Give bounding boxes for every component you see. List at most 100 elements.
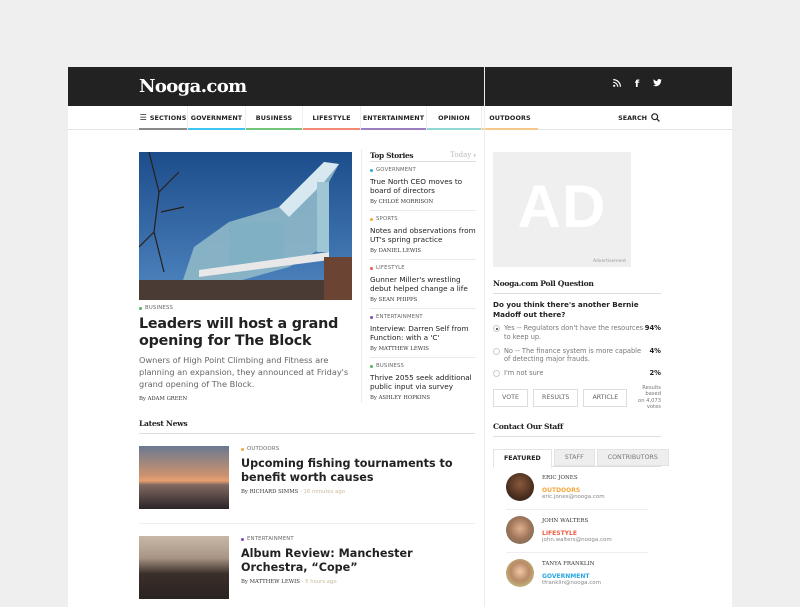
news-thumbnail[interactable]: [139, 446, 229, 509]
top-story-headline[interactable]: True North CEO moves to board of directo…: [370, 177, 476, 195]
chevron-down-icon: ▾: [473, 153, 476, 159]
rss-icon[interactable]: [612, 79, 622, 90]
ad-label: Advertisement: [592, 259, 626, 264]
search-icon: [651, 113, 660, 122]
top-stories: Top Stories Today ▾ GOVERNMENT True Nort…: [361, 149, 476, 403]
nav-color-bar: [361, 128, 426, 130]
top-story-headline[interactable]: Interview: Darren Self from Function: wi…: [370, 324, 476, 342]
nav-color-bar: [303, 128, 360, 130]
staff-email[interactable]: eric.jones@nooga.com: [542, 494, 605, 500]
hero-category[interactable]: BUSINESS: [139, 305, 352, 311]
nav-color-bar: [246, 128, 302, 130]
hero-summary: Owners of High Point Climbing and Fitnes…: [139, 355, 349, 389]
tab-contributors[interactable]: CONTRIBUTORS: [596, 449, 669, 466]
poll-percent: 94%: [644, 324, 661, 332]
radio[interactable]: [493, 370, 500, 378]
social-links: f: [612, 79, 662, 90]
staff-email[interactable]: tfranklin@nooga.com: [542, 580, 601, 586]
top-story-headline[interactable]: Gunner Miller's wrestling debut helped c…: [370, 275, 476, 293]
hero-headline[interactable]: Leaders will host a grand opening for Th…: [139, 316, 352, 349]
category-dot: [241, 447, 244, 451]
top-story-headline[interactable]: Notes and observations from UT's spring …: [370, 226, 476, 244]
news-byline: By MATTHEW LEWIS - 5 hours ago: [241, 579, 337, 585]
nav-color-bar: [427, 128, 481, 130]
vote-button[interactable]: VOTE: [493, 388, 528, 407]
nav-outdoors[interactable]: OUTDOORS: [481, 106, 538, 130]
poll-question: Do you think there's another Bernie Mado…: [493, 300, 639, 319]
top-stories-header: Top Stories Today ▾: [370, 149, 476, 162]
poll-title: Nooga.com Poll Question: [493, 279, 661, 294]
category-dot: [370, 168, 373, 172]
category-dot: [370, 217, 373, 221]
poll-option[interactable]: No -- The finance system is more capable…: [493, 347, 661, 365]
staff-name: JOHN WALTERS: [542, 518, 589, 524]
news-byline: By RICHARD SIMMS - 16 minutes ago: [241, 489, 345, 495]
nav-opinion[interactable]: OPINION: [426, 106, 481, 130]
news-headline[interactable]: Upcoming fishing tournaments to benefit …: [241, 457, 475, 484]
top-story-item[interactable]: GOVERNMENT True North CEO moves to board…: [370, 162, 476, 211]
nav-color-bar: [188, 128, 245, 130]
news-thumbnail[interactable]: [139, 536, 229, 599]
page-frame: Nooga.com f ☰ SECTIONS GOVERNMENT BUSINES…: [68, 67, 732, 607]
category-dot: [139, 306, 142, 310]
poll-option[interactable]: I'm not sure 2%: [493, 369, 661, 378]
staff-member[interactable]: TANYA FRANKLIN GOVERNMENT tfranklin@noog…: [506, 553, 648, 596]
top-story-item[interactable]: ENTERTAINMENT Interview: Darren Self fro…: [370, 309, 476, 358]
top-story-item[interactable]: SPORTS Notes and observations from UT's …: [370, 211, 476, 260]
poll-results-note: Results based on 4,073 votes: [638, 384, 661, 411]
top-story-item[interactable]: BUSINESS Thrive 2055 seek additional pub…: [370, 358, 476, 407]
nav-government[interactable]: GOVERNMENT: [187, 106, 245, 130]
facebook-icon[interactable]: f: [632, 79, 642, 90]
poll-percent: 2%: [649, 369, 661, 378]
top-stories-filter[interactable]: Today ▾: [450, 151, 476, 159]
article-button[interactable]: ARTICLE: [583, 388, 628, 407]
avatar: [506, 473, 534, 501]
tab-featured[interactable]: FEATURED: [493, 449, 552, 468]
latest-news-title: Latest News: [139, 419, 475, 434]
radio-selected[interactable]: [493, 325, 500, 332]
nav-entertainment[interactable]: ENTERTAINMENT: [360, 106, 426, 130]
staff-name: ERIC JONES: [542, 475, 578, 481]
category-dot: [370, 315, 373, 319]
contact-staff: Contact Our Staff FEATURED STAFF CONTRIB…: [493, 422, 669, 596]
staff-category: OUTDOORS: [542, 487, 581, 494]
news-headline[interactable]: Album Review: Manchester Orchestra, “Cop…: [241, 547, 475, 574]
nav-business[interactable]: BUSINESS: [245, 106, 302, 130]
top-story-headline[interactable]: Thrive 2055 seek additional public input…: [370, 373, 476, 391]
poll-option[interactable]: Yes -- Regulators don't have the resourc…: [493, 324, 661, 342]
nav-sections[interactable]: ☰ SECTIONS: [139, 106, 187, 130]
nav-color-bar: [482, 128, 538, 130]
top-story-byline: By MATTHEW LEWIS: [370, 346, 429, 352]
tab-staff[interactable]: STAFF: [553, 449, 595, 466]
staff-member[interactable]: ERIC JONES OUTDOORS eric.jones@nooga.com: [506, 467, 648, 510]
hero-byline[interactable]: By ADAM GREEN: [139, 396, 352, 402]
poll-widget: Nooga.com Poll Question Do you think the…: [493, 279, 661, 411]
latest-news: Latest News OUTDOORS Upcoming fishing to…: [139, 419, 475, 607]
news-item[interactable]: OUTDOORS Upcoming fishing tournaments to…: [139, 434, 475, 524]
staff-category: GOVERNMENT: [542, 573, 590, 580]
results-button[interactable]: RESULTS: [532, 388, 579, 407]
staff-category: LIFESTYLE: [542, 530, 577, 537]
staff-title: Contact Our Staff: [493, 422, 661, 437]
twitter-icon[interactable]: [652, 79, 662, 90]
staff-tabs: FEATURED STAFF CONTRIBUTORS: [493, 449, 669, 468]
search-button[interactable]: SEARCH: [618, 106, 660, 129]
nav-lifestyle[interactable]: LIFESTYLE: [302, 106, 360, 130]
ad-text: AD: [517, 173, 607, 240]
top-stories-title: Top Stories: [370, 150, 414, 160]
hero-image[interactable]: [139, 152, 352, 300]
news-item[interactable]: ENTERTAINMENT Album Review: Manchester O…: [139, 524, 475, 607]
staff-email[interactable]: john.walters@nooga.com: [542, 537, 612, 543]
staff-member[interactable]: JOHN WALTERS LIFESTYLE john.walters@noog…: [506, 510, 648, 553]
site-logo[interactable]: Nooga.com: [139, 76, 247, 97]
nav-color-bar: [139, 128, 187, 130]
advertisement[interactable]: AD Advertisement: [493, 152, 631, 267]
top-story-byline: By CHLOÉ MORRISON: [370, 199, 434, 205]
top-story-item[interactable]: LIFESTYLE Gunner Miller's wrestling debu…: [370, 260, 476, 309]
radio[interactable]: [493, 347, 500, 355]
top-story-byline: By DANIEL LEWIS: [370, 248, 421, 254]
staff-name: TANYA FRANKLIN: [542, 561, 595, 567]
category-dot: [241, 537, 244, 541]
poll-percent: 4%: [649, 346, 661, 355]
category-dot: [370, 266, 373, 270]
